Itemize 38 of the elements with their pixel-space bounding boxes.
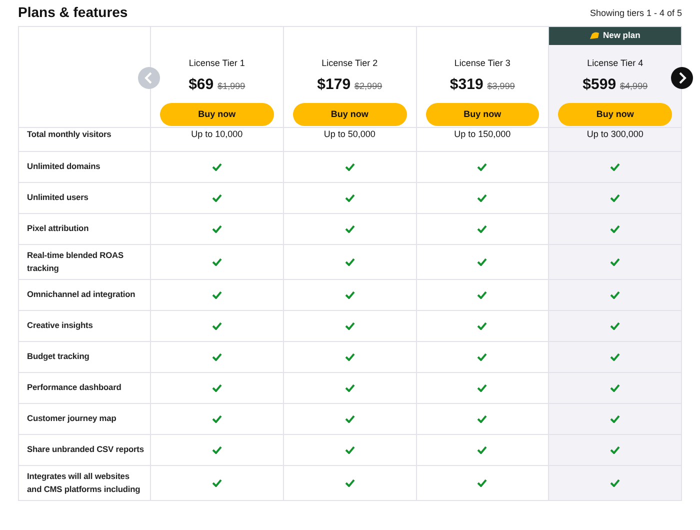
tier-name: License Tier 4 — [586, 56, 644, 70]
buy-button[interactable]: Buy now — [160, 102, 274, 126]
buy-button[interactable]: Buy now — [558, 102, 672, 126]
original-price: $4,999 — [620, 80, 648, 94]
price: $179 — [317, 75, 351, 96]
feature-label: Omnichannel ad integration — [19, 280, 151, 311]
tier-count: Showing tiers 1 - 4 of 5 — [590, 7, 682, 20]
cell-value: Up to 50,000 — [324, 128, 376, 141]
original-price: $3,999 — [487, 80, 515, 94]
feature-label: Performance dashboard — [19, 372, 151, 404]
buy-button[interactable]: Buy now — [292, 102, 406, 126]
price: $319 — [450, 75, 484, 96]
original-price: $2,999 — [354, 80, 382, 94]
feature-label: Share unbranded CSV reports — [19, 434, 151, 466]
feature-label: Creative insights — [19, 310, 151, 342]
tier-name: License Tier 3 — [453, 56, 512, 70]
feature-label: Unlimited users — [19, 182, 151, 214]
feature-label: Customer journey map — [19, 404, 151, 435]
feature-label: Integrates will all websites and CMS platforms including — [19, 466, 151, 501]
buy-button[interactable]: Buy now — [426, 102, 540, 126]
banner-label: New plan — [602, 29, 640, 42]
cell-value: Up to 10,000 — [191, 128, 243, 141]
cell-value: Up to 150,000 — [454, 128, 511, 141]
feature-label: Total monthly visitors — [19, 128, 151, 152]
feature-label: Pixel attribution — [19, 214, 151, 245]
feature-label: Unlimited domains — [19, 152, 151, 183]
chevron-right-icon — [677, 72, 687, 84]
chevron-left-icon — [144, 72, 154, 84]
tier-name: License Tier 1 — [188, 56, 246, 70]
cell-value: Up to 300,000 — [586, 128, 644, 141]
original-price: $1,999 — [218, 80, 246, 94]
price: $599 — [582, 75, 616, 96]
tier-name: License Tier 2 — [320, 56, 379, 70]
page-title: Plans & features — [18, 4, 128, 21]
tag-icon — [590, 32, 599, 40]
feature-label: Real-time blended ROAS tracking — [19, 244, 151, 280]
price: $69 — [188, 75, 214, 96]
feature-label: Budget tracking — [19, 342, 151, 373]
